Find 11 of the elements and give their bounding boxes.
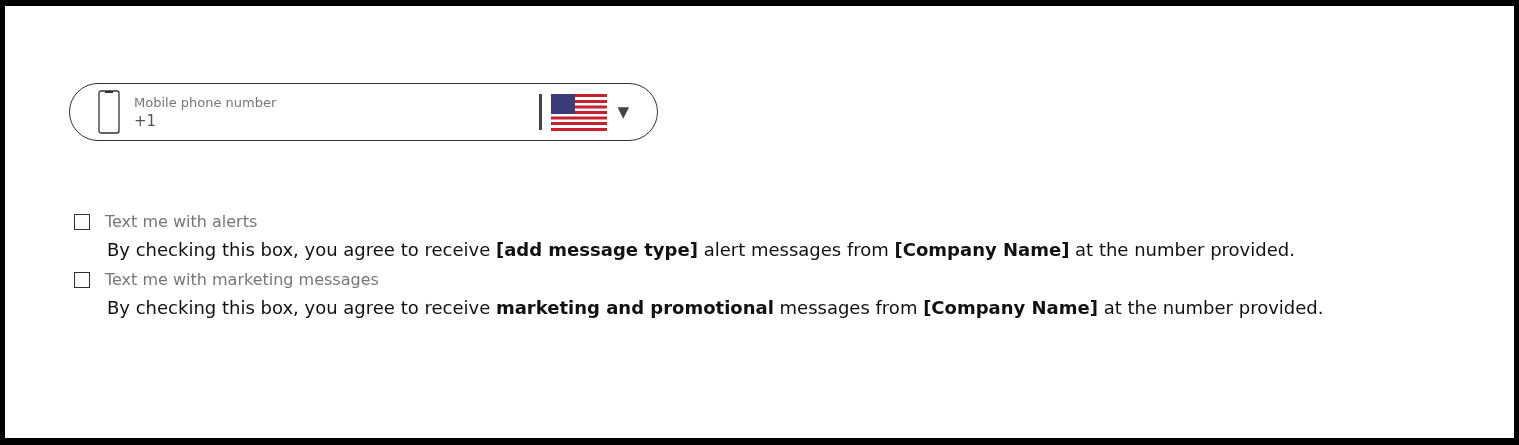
field-value: +1	[134, 111, 158, 130]
checkbox-label: Text me with marketing messages	[105, 270, 379, 289]
consent-description: By checking this box, you agree to receive [add message type] alert messages from [Company Name] at the number provided.	[107, 239, 1296, 260]
checkbox[interactable]	[74, 271, 90, 288]
flag-icon[interactable]	[551, 93, 608, 131]
dropdown-caret[interactable]: ▼	[617, 103, 629, 121]
checkbox[interactable]	[74, 213, 90, 230]
checkbox-label: Text me with alerts	[105, 212, 258, 231]
field-label: Mobile phone number	[134, 94, 278, 110]
consent-description: By checking this box, you agree to receive marketing and promotional messages from [Company Name] at the number provided.	[107, 297, 1325, 318]
phone-icon	[98, 90, 120, 134]
